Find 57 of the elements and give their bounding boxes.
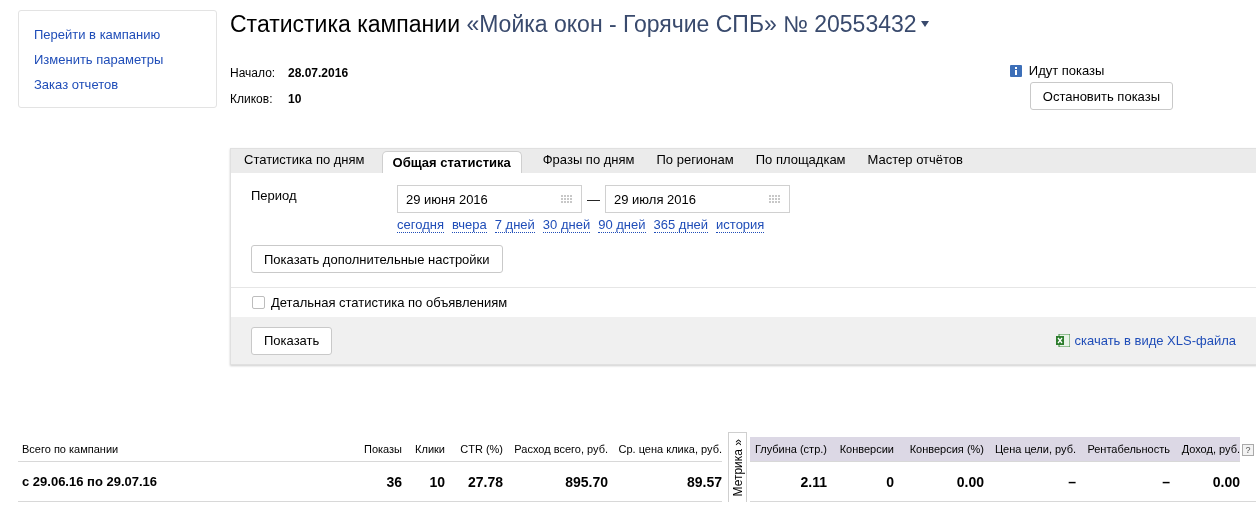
table-cell: 0.00 [894,462,984,502]
checkbox[interactable] [252,296,265,309]
period-link[interactable]: история [716,218,765,233]
table-cell: 89.57 [608,462,722,502]
period-link[interactable]: 30 дней [542,218,591,233]
table-cell: 36 [358,462,402,502]
table-cell: 27.78 [445,462,503,502]
more-settings-button[interactable]: Показать дополнительные настройки [251,245,503,273]
period-link[interactable]: сегодня [397,218,444,233]
column-header: Конверсии [827,437,894,462]
table-cell: 0 [827,462,894,502]
date-field[interactable]: 29 июля 2016 [605,185,790,213]
column-header: Цена цели, руб. [984,437,1076,462]
table-cell: – [1076,462,1170,502]
period-link[interactable]: 7 дней [494,218,535,233]
info-icon [1009,64,1022,77]
period-label: Период [251,187,298,203]
summary-label: Кликов: [230,90,274,108]
date-separator: — [587,191,600,207]
table-cell: 10 [402,462,445,502]
spreadsheet-icon [1055,334,1070,347]
tab[interactable]: Общая статистика [381,151,522,173]
summary-value: 10 [288,90,303,108]
xls-link[interactable]: скачать в виде XLS-файла [1055,333,1236,348]
tab[interactable]: Статистика по дням [233,149,376,173]
checkbox-label: Детальная статистика по объявлениям [271,295,508,310]
column-header: Доход, руб. [1170,437,1240,462]
calendar-icon[interactable] [769,194,781,204]
help-icon[interactable]: ? [1242,443,1254,456]
column-header: Рентабельность [1076,437,1170,462]
show-button[interactable]: Показать [251,326,333,355]
period-link[interactable]: вчера [451,218,487,233]
summary-label: Начало: [230,65,277,82]
status-text: Идут показы [1028,63,1105,78]
sidebar-link[interactable]: Перейти в кампанию [34,26,216,43]
summary-value: 28.07.2016 [288,65,349,82]
page-title: Статистика кампании «Мойка окон - Горячие СПБ» № 20553432 [230,10,917,38]
period-link[interactable]: 90 дней [598,218,646,233]
table-cell: 2.11 [750,462,827,502]
column-header: Глубина (стр.) [750,437,827,462]
tab[interactable]: По площадкам [744,149,857,173]
column-header: Конверсия (%) [894,437,984,462]
caret-icon[interactable] [920,21,929,27]
table-cell: 895.70 [503,462,608,502]
tab[interactable]: По регионам [645,149,745,173]
sidebar-link[interactable]: Изменить параметры [34,51,216,68]
stop-button[interactable]: Остановить показы [1029,82,1173,110]
period-link[interactable]: 365 дней [653,218,709,233]
tab[interactable]: Фразы по дням [531,149,646,173]
calendar-icon[interactable] [561,194,573,204]
date-field[interactable]: 29 июня 2016 [397,185,582,213]
sidebar-link[interactable]: Заказ отчетов [34,76,216,93]
table-cell: 0.00 [1170,462,1240,502]
metrika-tab[interactable]: Метрика » [728,432,747,502]
table-cell: с 29.06.16 по 29.07.16 [18,462,358,502]
table-cell: – [984,462,1076,502]
tab[interactable]: Мастер отчётов [856,149,974,173]
